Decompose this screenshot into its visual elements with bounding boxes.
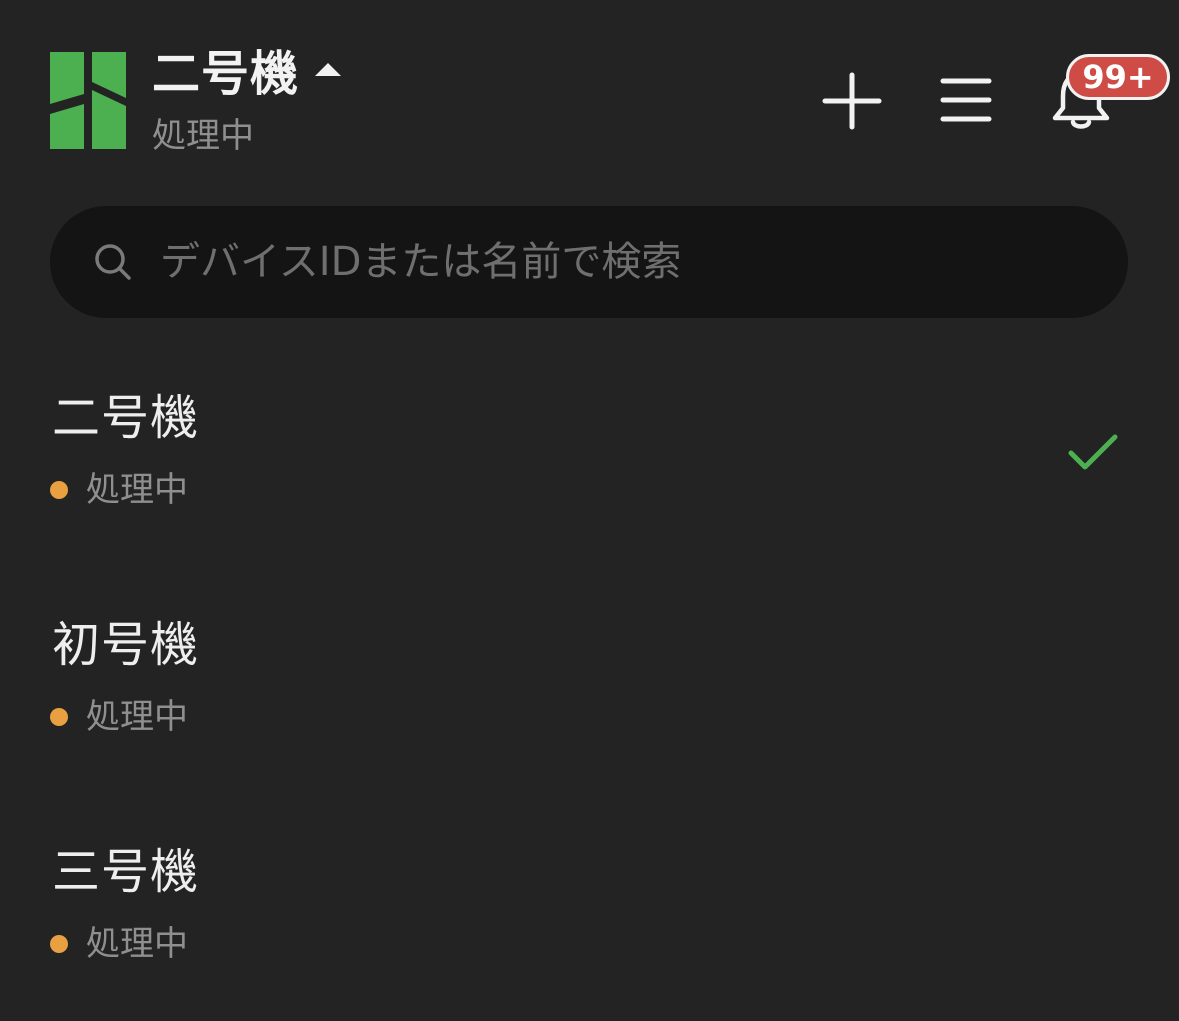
device-status: 処理中: [50, 695, 188, 739]
menu-button[interactable]: [940, 76, 992, 124]
device-name: 三号機: [52, 844, 200, 900]
device-status: 処理中: [50, 922, 188, 966]
header-status: 処理中: [152, 116, 254, 156]
status-dot: [50, 481, 68, 499]
status-text: 処理中: [86, 470, 188, 510]
caret-up-icon: [315, 62, 342, 76]
search-bar[interactable]: [50, 206, 1128, 318]
device-name: 初号機: [52, 617, 200, 673]
plus-icon: [822, 72, 882, 130]
device-list-item[interactable]: 二号機 処理中: [50, 388, 1140, 538]
notification-badge: 99+: [1066, 54, 1170, 100]
device-name: 二号機: [52, 390, 200, 446]
device-list-item[interactable]: 三号機 処理中: [50, 842, 1140, 992]
device-status: 処理中: [50, 468, 188, 512]
page-title: 二号機: [152, 46, 300, 102]
add-button[interactable]: [822, 72, 882, 130]
app-logo: [50, 52, 126, 149]
search-input[interactable]: [158, 231, 1128, 293]
device-list-screen: 二号機 処理中 99+ 二号機: [0, 0, 1179, 1021]
status-text: 処理中: [86, 697, 188, 737]
status-dot: [50, 708, 68, 726]
device-list-item[interactable]: 初号機 処理中: [50, 615, 1140, 765]
status-text: 処理中: [86, 924, 188, 964]
status-dot: [50, 935, 68, 953]
menu-icon: [940, 78, 992, 122]
search-icon: [95, 244, 131, 280]
device-switcher[interactable]: 二号機: [152, 44, 342, 104]
check-icon: [1068, 434, 1118, 470]
